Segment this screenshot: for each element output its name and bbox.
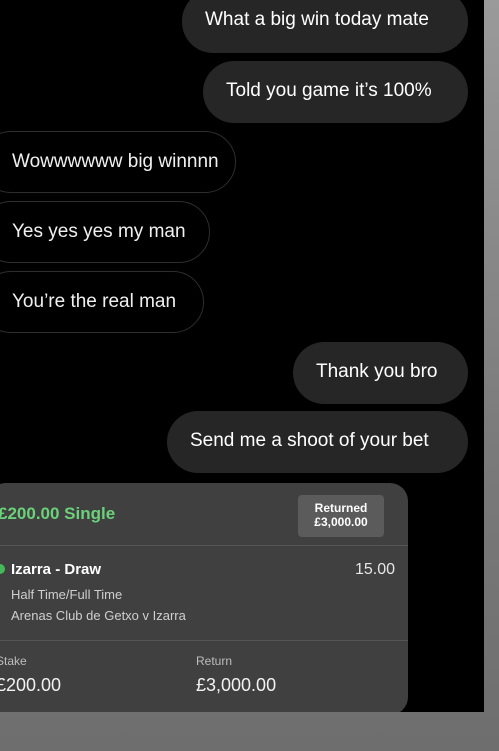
returned-value: £3,000.00 (314, 515, 368, 529)
divider (0, 545, 408, 546)
stake-label: Stake (0, 654, 27, 668)
bet-slip-card[interactable]: £200.00 Single Returned £3,000.00 Izarra… (0, 483, 408, 712)
chat-screen: What a big win today mate Told you game … (0, 0, 484, 712)
return-value: £3,000.00 (196, 675, 277, 695)
message-outgoing: Told you game it’s 100% (203, 61, 468, 123)
message-text: What a big win today mate (205, 9, 429, 30)
returned-badge: Returned £3,000.00 (298, 495, 384, 537)
selection-check-icon (0, 564, 5, 574)
returned-label: Returned (314, 501, 368, 515)
message-text: Wowwwwww big winnnn (12, 151, 219, 172)
message-incoming: You’re the real man (0, 271, 204, 333)
message-text: Yes yes yes my man (12, 221, 186, 242)
bet-title: £200.00 Single (0, 504, 116, 523)
message-text: Send me a shoot of your bet (190, 430, 429, 451)
stake-value: £200.00 (0, 675, 62, 695)
return-label: Return (196, 654, 233, 668)
selection-odds: 15.00 (355, 561, 396, 578)
message-incoming: Wowwwwww big winnnn (0, 131, 236, 193)
message-text: You’re the real man (12, 291, 177, 312)
message-outgoing: What a big win today mate (182, 0, 468, 53)
message-outgoing: Thank you bro (293, 342, 468, 404)
message-text: Thank you bro (316, 361, 438, 382)
event-name: Arenas Club de Getxo v Izarra (11, 608, 186, 623)
message-outgoing: Send me a shoot of your bet (167, 411, 468, 473)
message-incoming: Yes yes yes my man (0, 201, 210, 263)
market-name: Half Time/Full Time (11, 587, 123, 602)
selection-name: Izarra - Draw (11, 561, 102, 578)
divider (0, 640, 408, 641)
message-text: Told you game it’s 100% (226, 80, 432, 101)
